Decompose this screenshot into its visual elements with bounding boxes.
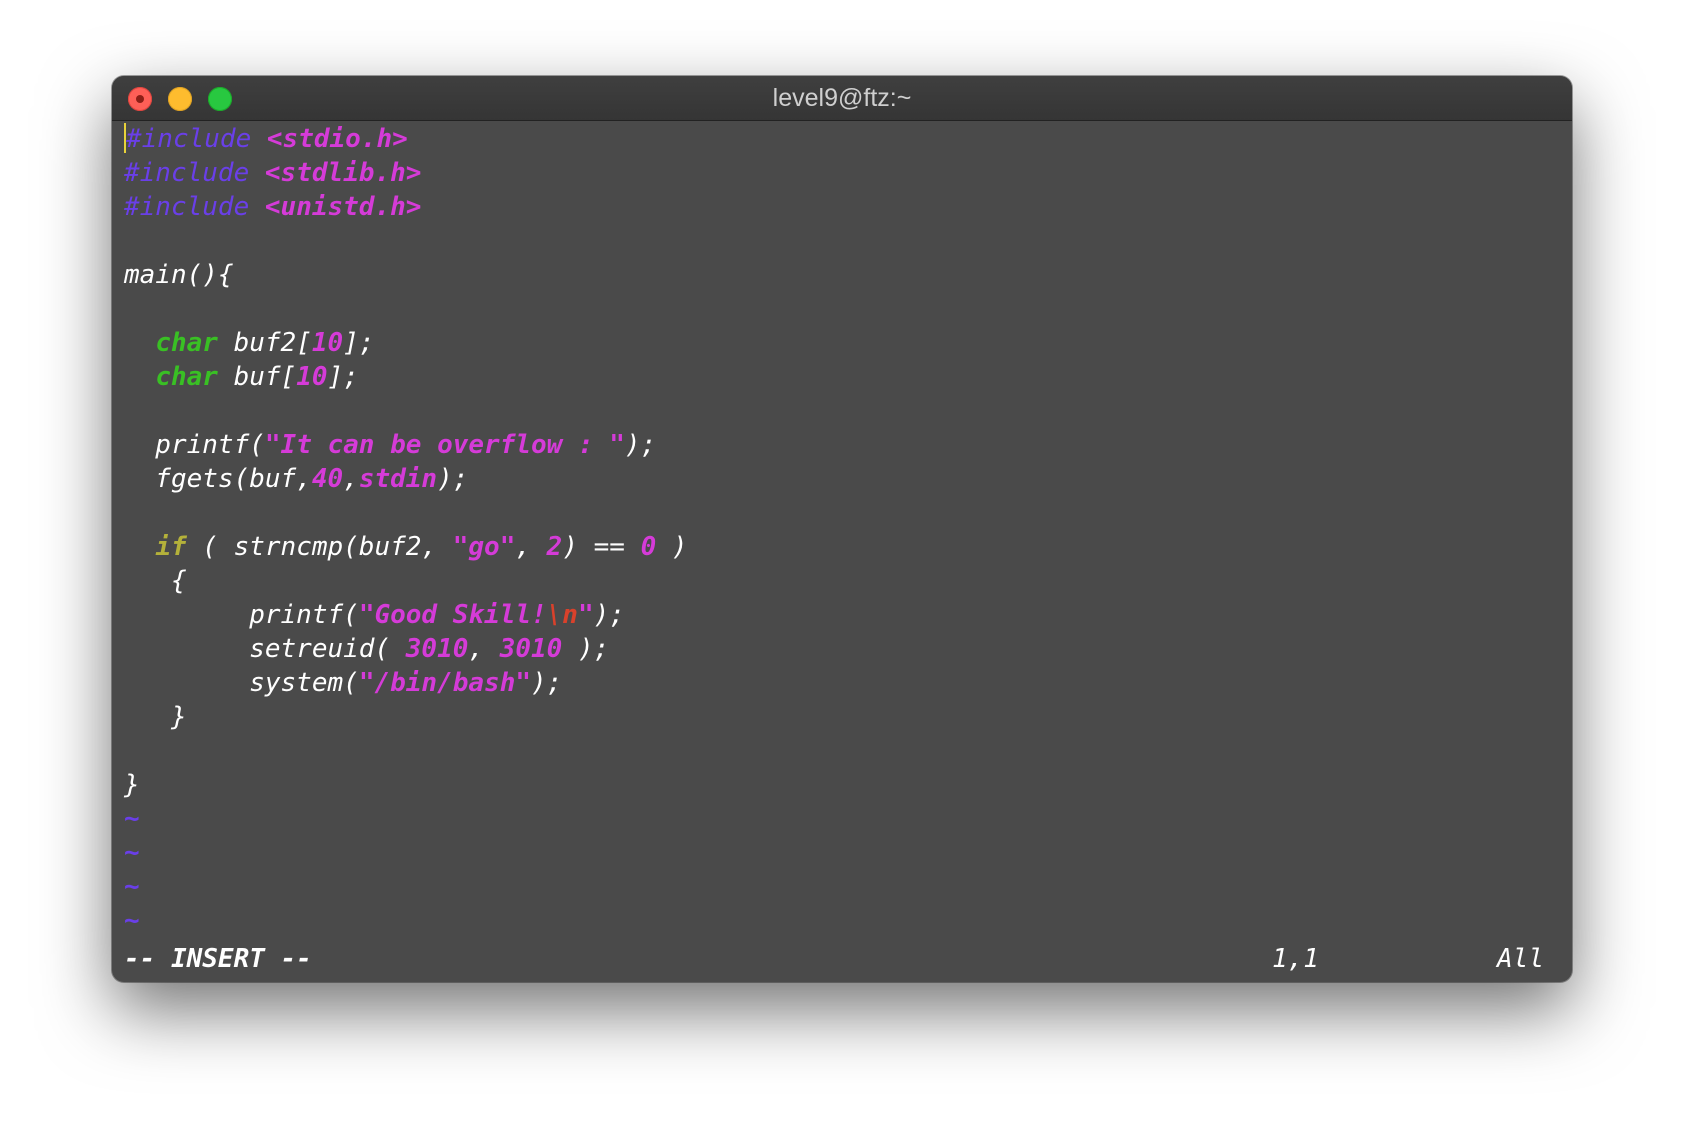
mode-indicator: -- INSERT -- [124, 944, 312, 974]
code-token: <stdlib.h> [264, 158, 422, 188]
empty-buffer-line[interactable]: ~ [124, 802, 1560, 836]
code-token: stdin [358, 464, 438, 494]
vim-editor[interactable]: #include <stdio.h> #include <stdlib.h> #in… [124, 120, 1560, 982]
empty-buffer-line[interactable]: ~ [124, 904, 1560, 938]
code-token: "go" [452, 532, 516, 562]
code-token: ]; [327, 362, 359, 392]
code-token: 2 [546, 532, 563, 562]
code-line[interactable]: char buf[10]; [124, 360, 1560, 394]
code-token: 3010 [499, 634, 563, 664]
code-token: fgets(buf, [124, 464, 312, 494]
code-token: char [155, 362, 218, 392]
code-line[interactable]: #include <stdio.h> [124, 122, 1560, 156]
code-token: main(){ [124, 260, 234, 290]
code-token: , [343, 464, 359, 494]
code-token: ) == [562, 532, 641, 562]
code-token: "Good Skill! [358, 600, 547, 630]
code-token: printf( [124, 600, 359, 630]
code-token: 40 [311, 464, 344, 494]
code-line[interactable]: char buf2[10]; [124, 326, 1560, 360]
code-token: ~ [124, 872, 140, 902]
code-token: ~ [124, 804, 140, 834]
code-line[interactable] [124, 292, 1560, 326]
window-title: level9@ftz:~ [772, 84, 912, 112]
code-token: ~ [124, 906, 140, 936]
code-token: ]; [343, 328, 375, 358]
code-token: 10 [296, 362, 328, 392]
code-token: ) [656, 532, 688, 562]
code-token: } [124, 702, 187, 732]
code-line[interactable]: main(){ [124, 258, 1560, 292]
code-line[interactable] [124, 224, 1560, 258]
code-line[interactable]: } [124, 768, 1560, 802]
code-token: buf[ [217, 362, 297, 392]
code-line[interactable] [124, 496, 1560, 530]
code-token: { [124, 566, 187, 596]
code-token: #include [124, 158, 265, 188]
code-line[interactable]: if ( strncmp(buf2, "go", 2) == 0 ) [124, 530, 1560, 564]
code-token: " [577, 600, 594, 630]
code-token: , [515, 532, 547, 562]
empty-buffer-line[interactable]: ~ [124, 870, 1560, 904]
empty-buffer-line[interactable]: ~ [124, 836, 1560, 870]
code-token: system( [124, 668, 359, 698]
code-line[interactable]: #include <unistd.h> [124, 190, 1560, 224]
code-token: #include [126, 124, 267, 154]
code-token: <stdio.h> [266, 124, 408, 154]
code-line[interactable] [124, 734, 1560, 768]
code-token: #include [124, 192, 265, 222]
code-line[interactable]: #include <stdlib.h> [124, 156, 1560, 190]
code-line[interactable]: printf("Good Skill!\n"); [124, 598, 1560, 632]
title-bar[interactable]: level9@ftz:~ [112, 76, 1572, 121]
vim-status-line: -- INSERT -- 1,1 All [112, 942, 1572, 976]
terminal-window: level9@ftz:~ #include <stdio.h> #include … [112, 76, 1572, 982]
code-token: setreuid( [124, 634, 406, 664]
code-line[interactable]: fgets(buf,40,stdin); [124, 462, 1560, 496]
code-line[interactable]: printf("It can be overflow : "); [124, 428, 1560, 462]
code-line[interactable]: } [124, 700, 1560, 734]
code-token: ); [624, 430, 657, 460]
code-token: ); [531, 668, 563, 698]
cursor-position: 1,1 [1272, 944, 1319, 974]
code-line[interactable]: { [124, 564, 1560, 598]
code-token: \n [546, 600, 578, 630]
code-token: , [468, 634, 500, 664]
code-token: ~ [124, 838, 140, 868]
code-line[interactable] [124, 394, 1560, 428]
code-token: "/bin/bash" [358, 668, 531, 698]
scroll-indicator: All [1497, 944, 1544, 974]
code-token: <unistd.h> [264, 192, 422, 222]
code-token: if [155, 532, 187, 562]
code-token: printf( [124, 430, 265, 460]
code-token: } [124, 770, 140, 800]
code-line[interactable]: setreuid( 3010, 3010 ); [124, 632, 1560, 666]
code-token: buf2[ [217, 328, 312, 358]
code-token: "It can be overflow : " [264, 430, 625, 460]
code-token: char [155, 328, 218, 358]
code-token: 10 [311, 328, 344, 358]
code-token: 0 [640, 532, 657, 562]
code-token: ); [562, 634, 610, 664]
code-line[interactable]: system("/bin/bash"); [124, 666, 1560, 700]
code-token: ( strncmp(buf2, [186, 532, 453, 562]
code-token: 3010 [405, 634, 469, 664]
code-token: ); [593, 600, 625, 630]
code-token: ); [437, 464, 469, 494]
